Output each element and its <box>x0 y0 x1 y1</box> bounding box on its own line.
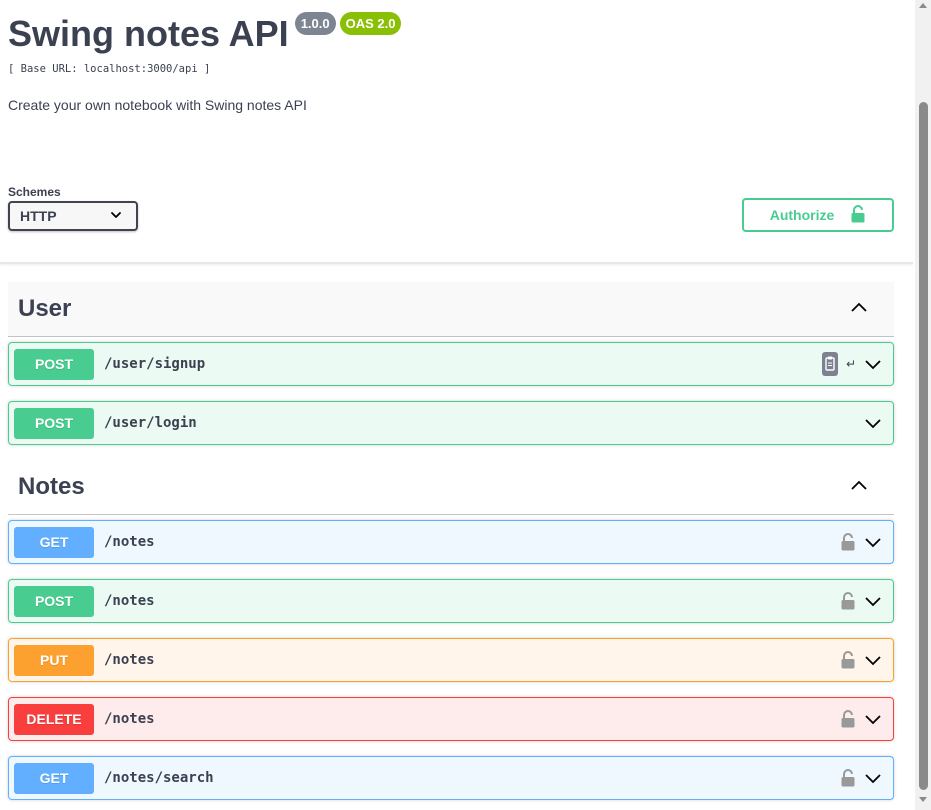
scroll-up-arrow-icon[interactable] <box>919 2 927 8</box>
api-info: Swing notes API 1.0.0 OAS 2.0 [ Base URL… <box>8 12 898 113</box>
chevron-down-icon[interactable] <box>864 713 882 725</box>
authorize-button[interactable]: Authorize <box>742 198 894 232</box>
chevron-up-icon[interactable] <box>850 300 868 318</box>
swagger-ui: Swing notes API 1.0.0 OAS 2.0 [ Base URL… <box>0 0 915 810</box>
tag-name-user: User <box>18 295 72 322</box>
chevron-down-icon[interactable] <box>864 417 882 429</box>
base-url: [ Base URL: localhost:3000/api ] <box>8 63 211 75</box>
scheme-select[interactable]: HTTP <box>8 201 138 231</box>
operation-put-notes[interactable]: PUT /notes <box>8 638 894 682</box>
chevron-down-icon[interactable] <box>864 536 882 548</box>
operation-controls: ↵ <box>821 352 882 376</box>
tag-name-notes: Notes <box>18 473 85 500</box>
schemes-container: Schemes HTTP <box>8 185 138 231</box>
chevron-down-icon <box>110 208 122 224</box>
method-badge: GET <box>14 526 94 558</box>
operation-path: /notes/search <box>104 770 214 786</box>
operation-get-notes-search[interactable]: GET /notes/search <box>8 756 894 800</box>
return-icon: ↵ <box>845 357 856 371</box>
operation-get-notes[interactable]: GET /notes <box>8 520 894 564</box>
chevron-down-icon[interactable] <box>864 772 882 784</box>
operation-controls <box>864 417 882 429</box>
method-badge: POST <box>14 407 94 439</box>
tag-header-notes[interactable]: Notes <box>8 460 894 515</box>
method-badge: POST <box>14 585 94 617</box>
scheme-selected-value: HTTP <box>20 208 57 224</box>
operation-path: /notes <box>104 534 155 550</box>
operation-path: /notes <box>104 711 155 727</box>
operation-path: /notes <box>104 593 155 609</box>
operation-controls <box>840 533 882 551</box>
unlock-icon <box>850 204 866 226</box>
scroll-down-arrow-icon[interactable] <box>919 797 927 803</box>
chevron-up-icon[interactable] <box>850 478 868 496</box>
unlock-icon[interactable] <box>840 710 856 728</box>
scheme-divider <box>0 262 913 264</box>
operation-path: /user/signup <box>104 356 206 372</box>
operation-controls <box>840 592 882 610</box>
chevron-down-icon[interactable] <box>864 595 882 607</box>
method-badge: DELETE <box>14 703 94 735</box>
chevron-down-icon[interactable] <box>864 358 882 370</box>
version-badge: 1.0.0 <box>294 12 336 35</box>
copy-to-clipboard-icon[interactable] <box>821 352 838 376</box>
method-badge: POST <box>14 348 94 380</box>
api-description: Create your own notebook with Swing note… <box>8 97 307 113</box>
oas-badge: OAS 2.0 <box>339 12 402 35</box>
operation-post-user-signup[interactable]: POST /user/signup ↵ <box>8 342 894 386</box>
schemes-label: Schemes <box>8 185 61 199</box>
operation-post-user-login[interactable]: POST /user/login <box>8 401 894 445</box>
unlock-icon[interactable] <box>840 769 856 787</box>
authorize-label: Authorize <box>769 207 835 223</box>
operation-path: /user/login <box>104 415 197 431</box>
chevron-down-icon[interactable] <box>864 654 882 666</box>
title-row: Swing notes API 1.0.0 OAS 2.0 <box>8 12 898 56</box>
vertical-scrollbar[interactable] <box>915 0 931 810</box>
unlock-icon[interactable] <box>840 533 856 551</box>
api-title: Swing notes API <box>8 13 289 54</box>
scrollbar-thumb[interactable] <box>919 102 928 790</box>
operation-controls <box>840 710 882 728</box>
tag-header-user[interactable]: User <box>8 282 894 337</box>
operation-controls <box>840 769 882 787</box>
operation-post-notes[interactable]: POST /notes <box>8 579 894 623</box>
method-badge: GET <box>14 762 94 794</box>
operation-path: /notes <box>104 652 155 668</box>
method-badge: PUT <box>14 644 94 676</box>
unlock-icon[interactable] <box>840 651 856 669</box>
operation-delete-notes[interactable]: DELETE /notes <box>8 697 894 741</box>
operation-controls <box>840 651 882 669</box>
unlock-icon[interactable] <box>840 592 856 610</box>
